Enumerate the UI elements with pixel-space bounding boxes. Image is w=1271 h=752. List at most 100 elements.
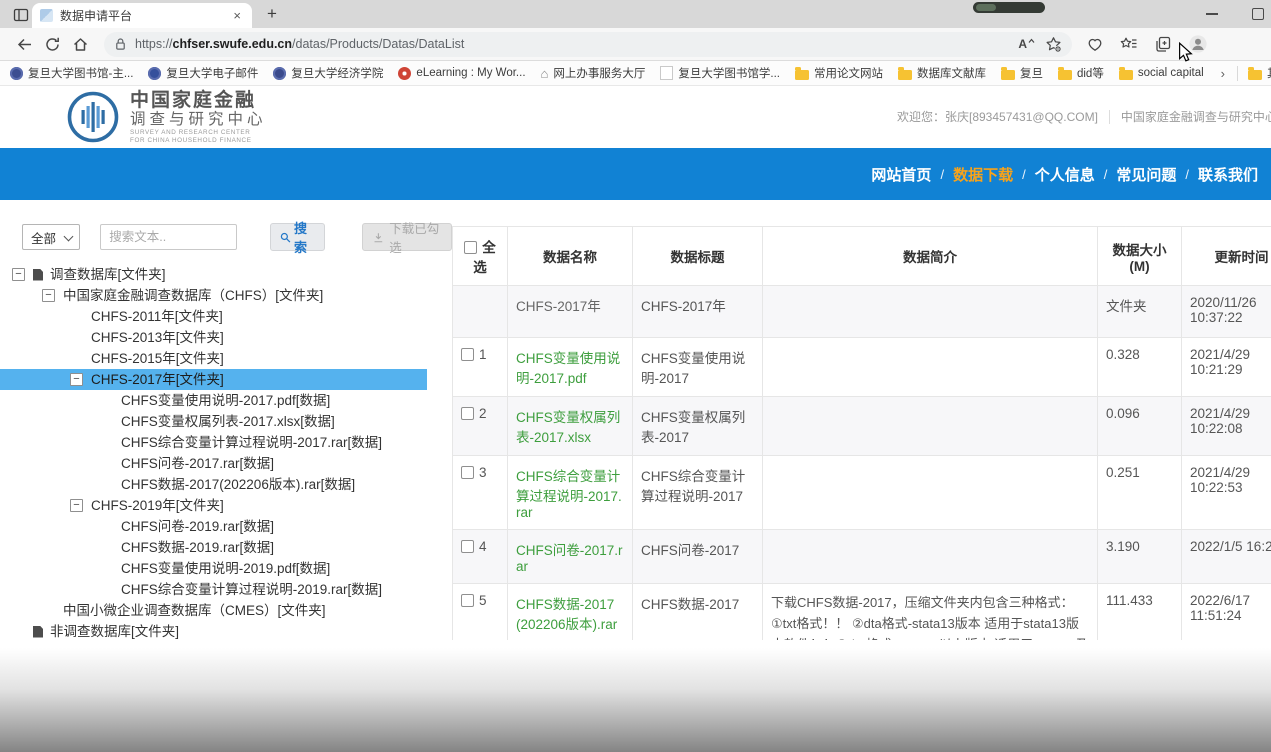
- column-header-time: 更新时间: [1182, 227, 1271, 286]
- row-checkbox[interactable]: [461, 594, 474, 607]
- data-title: CHFS变量使用说明-2017: [633, 338, 763, 397]
- tab-favicon: [40, 9, 53, 22]
- row-checkbox[interactable]: [461, 540, 474, 553]
- elearning-icon: [398, 67, 411, 80]
- row-number: 4: [479, 539, 487, 554]
- browser-essentials-icon[interactable]: [1086, 35, 1104, 53]
- window-minimize-button[interactable]: [1206, 13, 1218, 15]
- tree-item[interactable]: CHFS变量使用说明-2019.pdf[数据]: [0, 558, 427, 579]
- bookmark-item[interactable]: 数据库文献库: [898, 65, 986, 81]
- search-input[interactable]: [100, 224, 237, 250]
- folder-icon: [1119, 70, 1133, 80]
- collapse-icon[interactable]: −: [70, 373, 83, 386]
- bookmark-item[interactable]: 复旦大学电子邮件: [148, 65, 258, 81]
- nav-item-home[interactable]: 网站首页: [862, 164, 940, 185]
- tree-item[interactable]: CHFS变量权属列表-2017.xlsx[数据]: [0, 411, 427, 432]
- org-link[interactable]: 中国家庭金融调查与研究中心: [1110, 108, 1271, 125]
- nav-item-personal-info[interactable]: 个人信息: [1026, 164, 1104, 185]
- tree-item[interactable]: CHFS问卷-2019.rar[数据]: [0, 516, 427, 537]
- favorites-icon[interactable]: [1120, 35, 1138, 53]
- filter-select[interactable]: 全部: [22, 224, 80, 250]
- data-size: 文件夹: [1098, 286, 1182, 338]
- select-all-checkbox[interactable]: [464, 241, 477, 254]
- bookmark-item[interactable]: 常用论文网站: [795, 65, 883, 81]
- tree-item[interactable]: CHFS数据-2019.rar[数据]: [0, 537, 427, 558]
- select-all-header: 全选: [453, 227, 508, 286]
- refresh-icon[interactable]: [38, 31, 66, 57]
- row-checkbox[interactable]: [461, 466, 474, 479]
- add-favorite-icon[interactable]: [1045, 36, 1062, 53]
- file-link[interactable]: CHFS变量使用说明-2017.pdf: [516, 351, 620, 386]
- search-button[interactable]: 搜索: [270, 223, 325, 251]
- bookmark-item[interactable]: 其他: [1248, 65, 1271, 81]
- tree-item[interactable]: CHFS问卷-2017.rar[数据]: [0, 453, 427, 474]
- chfs-logo[interactable]: 中国家庭金融 调查与研究中心 SURVEY AND RESEARCH CENTE…: [66, 90, 267, 144]
- tree-item[interactable]: CHFS综合变量计算过程说明-2019.rar[数据]: [0, 579, 427, 600]
- bookmark-item[interactable]: eLearning : My Wor...: [398, 67, 525, 80]
- tab-close-icon[interactable]: ×: [230, 8, 244, 23]
- site-header: 中国家庭金融 调查与研究中心 SURVEY AND RESEARCH CENTE…: [0, 86, 1271, 148]
- tree-item[interactable]: 非调查数据库[文件夹]: [0, 621, 427, 642]
- collections-icon[interactable]: [1154, 35, 1172, 53]
- bookmark-item[interactable]: 复旦大学图书馆-主...: [10, 65, 133, 81]
- row-checkbox[interactable]: [461, 407, 474, 420]
- data-desc: 下载CHFS数据-2017，压缩文件夹内包含三种格式：①txt格式！！ ②dta…: [763, 584, 1098, 641]
- data-time: 2022/1/5 16:2: [1182, 530, 1271, 584]
- data-time: 2021/4/29 10:21:29: [1182, 338, 1271, 397]
- chfs-logo-icon: [66, 90, 120, 144]
- bookmark-item[interactable]: 复旦大学图书馆学...: [660, 65, 780, 81]
- vertical-tabs-icon[interactable]: [10, 5, 32, 24]
- lock-icon[interactable]: [114, 37, 127, 51]
- collapse-icon[interactable]: −: [12, 268, 25, 281]
- tree-item[interactable]: CHFS-2013年[文件夹]: [0, 327, 427, 348]
- file-link[interactable]: CHFS变量权属列表-2017.xlsx: [516, 410, 620, 445]
- tree-item[interactable]: −调查数据库[文件夹]: [0, 264, 427, 285]
- table-row: 3 CHFS综合变量计算过程说明-2017.rar CHFS综合变量计算过程说明…: [453, 456, 1271, 530]
- read-aloud-icon[interactable]: A: [1018, 37, 1035, 51]
- bookmark-item[interactable]: 复旦: [1001, 65, 1043, 81]
- tree-item[interactable]: CHFS变量使用说明-2017.pdf[数据]: [0, 390, 427, 411]
- file-link[interactable]: CHFS问卷-2017.rar: [516, 543, 623, 574]
- chevron-down-icon: [64, 232, 74, 242]
- tree-item[interactable]: −中国家庭金融调查数据库（CHFS）[文件夹]: [0, 285, 427, 306]
- tree-item[interactable]: −CHFS-2019年[文件夹]: [0, 495, 427, 516]
- row-number: 5: [479, 593, 487, 608]
- tree-item-selected[interactable]: −CHFS-2017年[文件夹]: [0, 369, 427, 390]
- browser-tab[interactable]: 数据申请平台 ×: [32, 3, 252, 28]
- tree-item[interactable]: CHFS-2011年[文件夹]: [0, 306, 427, 327]
- nav-item-faq[interactable]: 常见问题: [1107, 164, 1185, 185]
- data-desc: [763, 530, 1098, 584]
- file-link[interactable]: CHFS数据-2017(202206版本).rar: [516, 597, 617, 632]
- bookmark-item[interactable]: ⌂网上办事服务大厅: [541, 65, 646, 81]
- download-selected-button[interactable]: 下载已勾选: [362, 223, 452, 251]
- bookmark-item[interactable]: social capital: [1119, 67, 1204, 80]
- data-title: CHFS综合变量计算过程说明-2017: [633, 456, 763, 530]
- new-tab-button[interactable]: +: [262, 5, 282, 25]
- window-restore-button[interactable]: [1252, 8, 1264, 20]
- collapse-icon[interactable]: −: [70, 499, 83, 512]
- column-header-desc: 数据简介: [763, 227, 1098, 286]
- document-icon: [33, 269, 43, 281]
- tree-item[interactable]: CHFS-2015年[文件夹]: [0, 348, 427, 369]
- tree-item[interactable]: CHFS综合变量计算过程说明-2017.rar[数据]: [0, 432, 427, 453]
- bookmark-item[interactable]: did等: [1058, 65, 1104, 81]
- address-bar[interactable]: https://chfser.swufe.edu.cn/datas/Produc…: [104, 32, 1072, 57]
- home-icon[interactable]: [66, 31, 94, 57]
- browser-window: 数据申请平台 × + https://chfser.swufe.edu.cn/d…: [0, 0, 1271, 752]
- column-header-name: 数据名称: [508, 227, 633, 286]
- row-checkbox[interactable]: [461, 348, 474, 361]
- back-icon[interactable]: [10, 31, 38, 57]
- file-link[interactable]: CHFS综合变量计算过程说明-2017.rar: [516, 469, 622, 520]
- seal-icon: [273, 67, 286, 80]
- nav-item-data-download[interactable]: 数据下载: [944, 164, 1022, 185]
- tree-item[interactable]: 中国小微企业调查数据库（CMES）[文件夹]: [0, 600, 427, 621]
- page-icon: [660, 66, 673, 80]
- data-title: CHFS变量权属列表-2017: [633, 397, 763, 456]
- nav-item-contact[interactable]: 联系我们: [1189, 164, 1267, 185]
- data-size: 0.328: [1098, 338, 1182, 397]
- row-number: 1: [479, 347, 487, 362]
- tree-item[interactable]: CHFS数据-2017(202206版本).rar[数据]: [0, 474, 427, 495]
- collapse-icon[interactable]: −: [42, 289, 55, 302]
- bookmark-item[interactable]: 复旦大学经济学院: [273, 65, 383, 81]
- bookmarks-overflow-icon[interactable]: ›: [1219, 66, 1227, 81]
